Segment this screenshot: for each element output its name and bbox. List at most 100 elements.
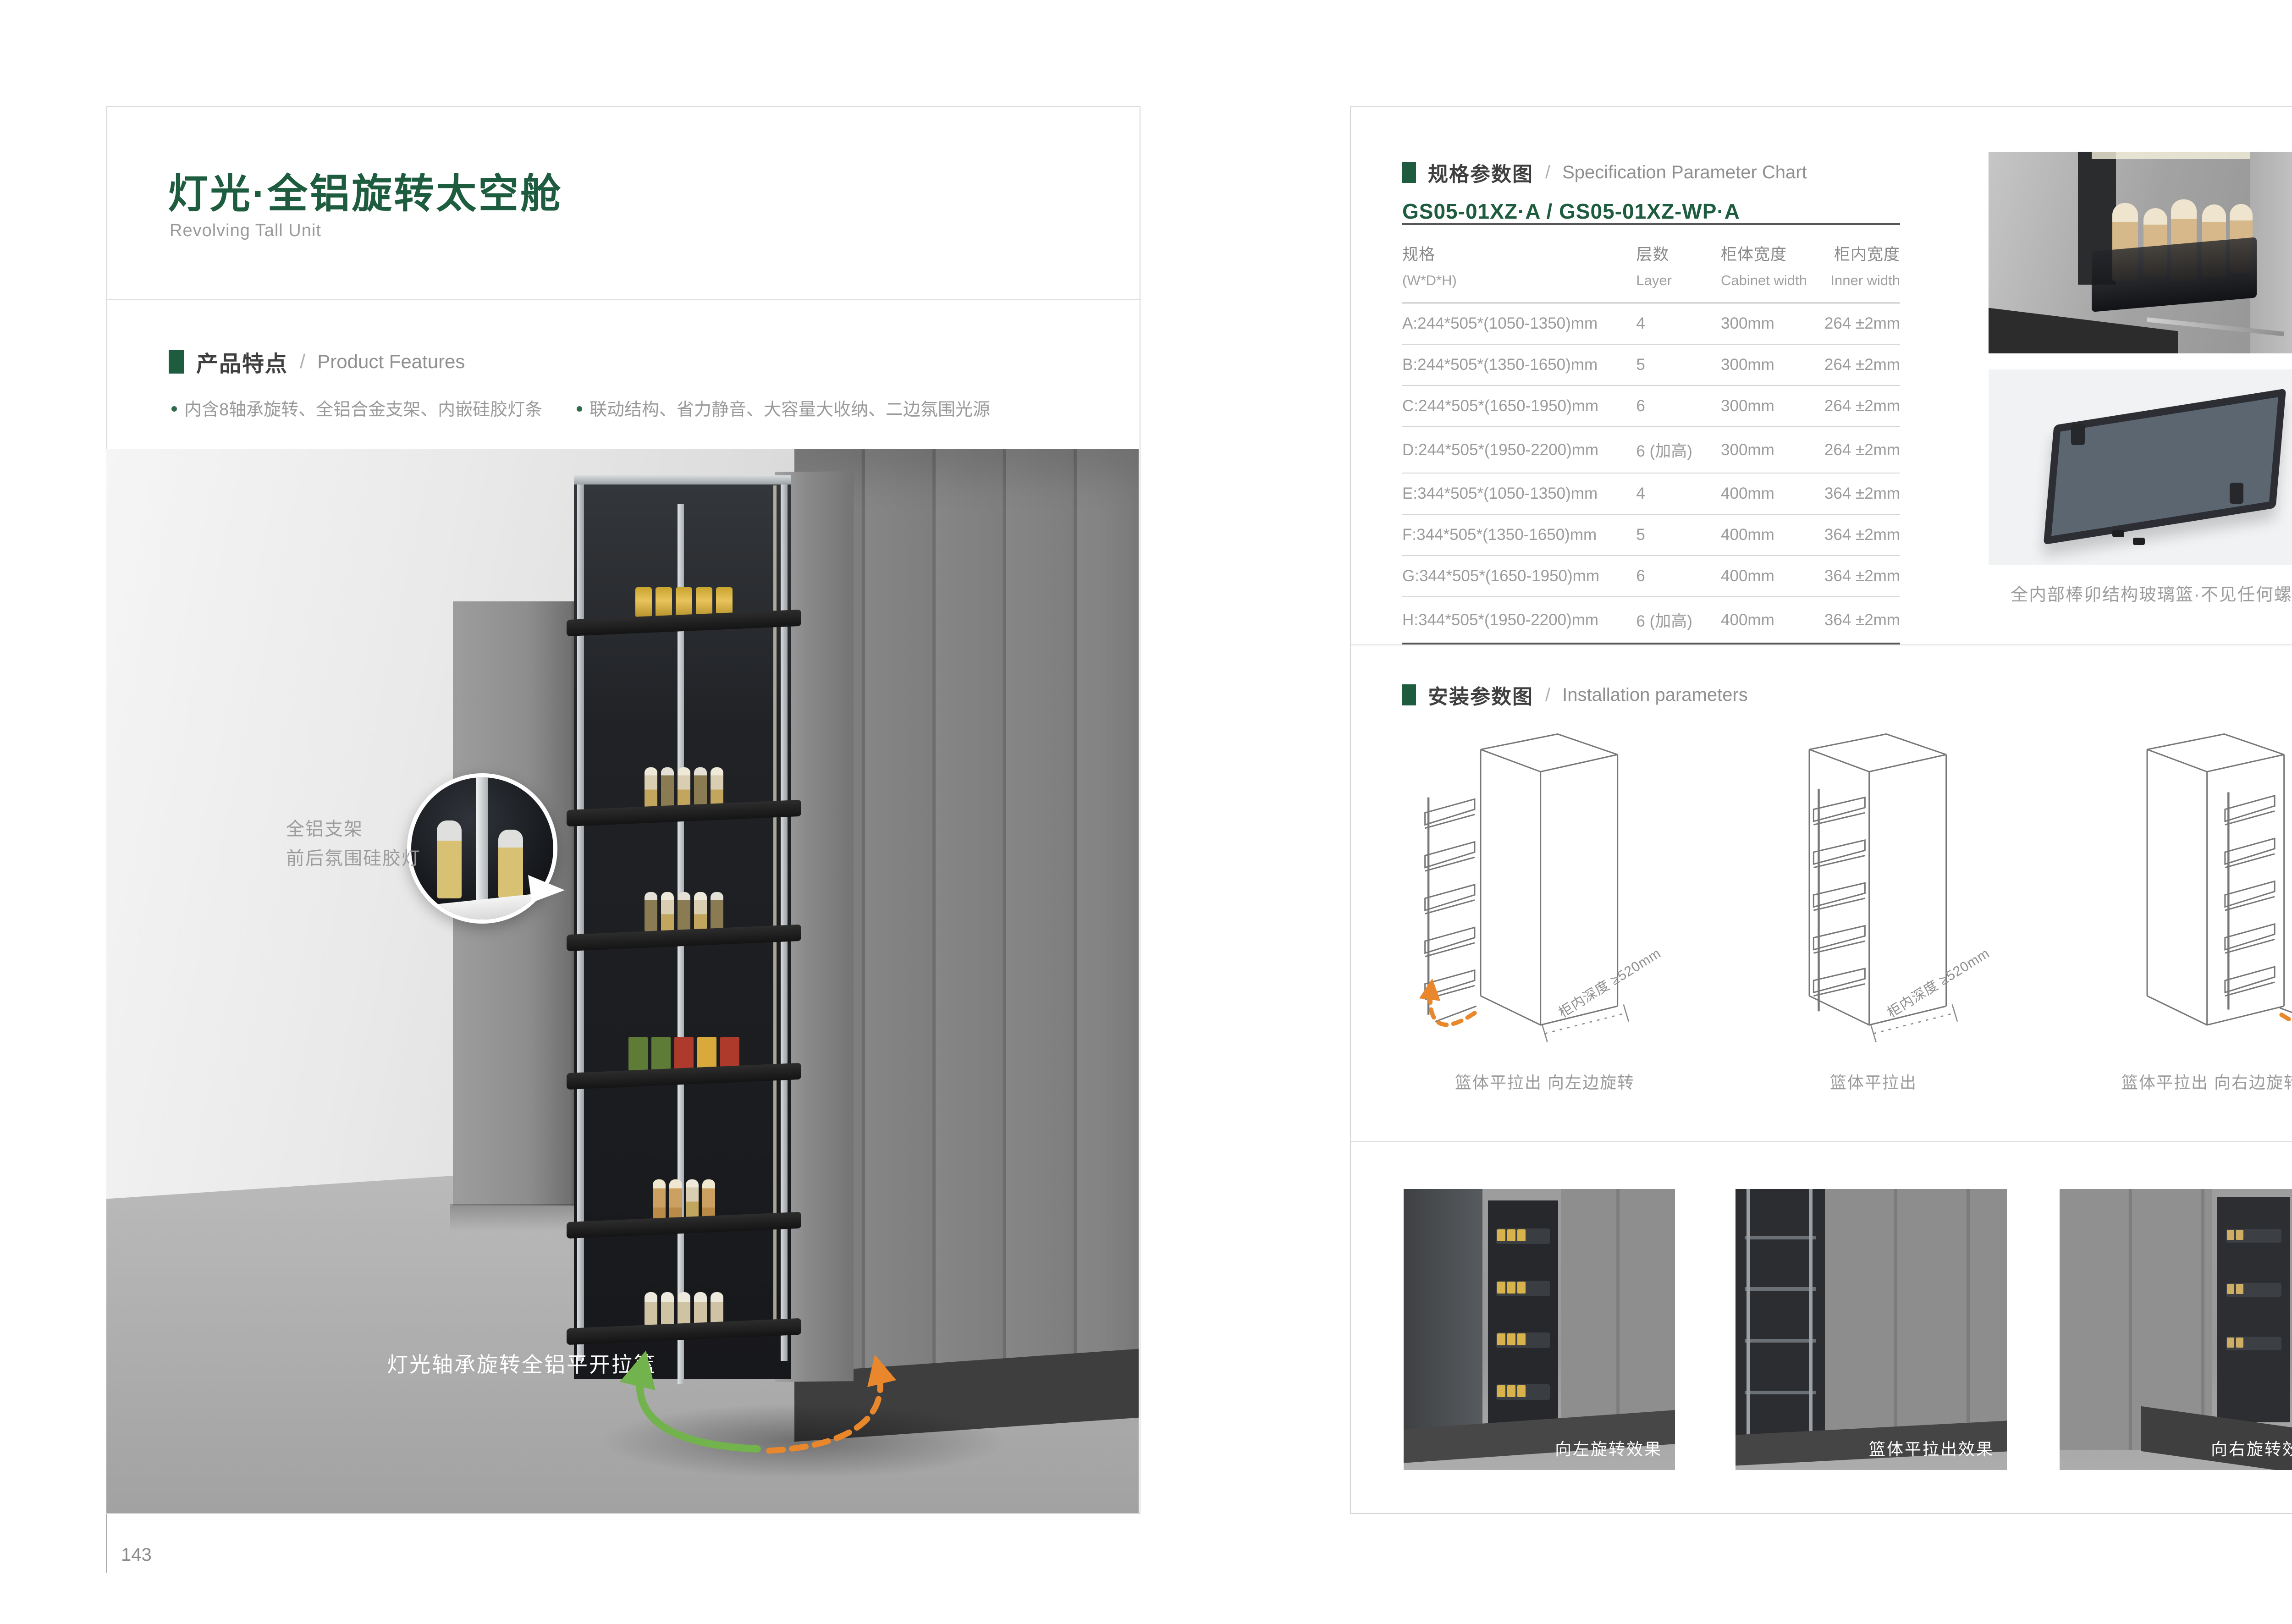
cabinet-doors [1561, 1189, 1675, 1442]
cell-layer: 6 (加高) [1636, 597, 1721, 644]
install-heading: 安装参数图 / Installation parameters [1402, 680, 1748, 710]
spec-heading-en: Specification Parameter Chart [1562, 162, 1807, 183]
effect-caption: 篮体平拉出效果 [1869, 1436, 1994, 1460]
model-number: GS05-01XZ·A / GS05-01XZ-WP·A [1402, 199, 1740, 224]
spec-photo-basket-in-cabinet [1989, 152, 2292, 353]
top-frame-bar [574, 475, 791, 484]
item [1517, 1229, 1526, 1241]
cell-inner-width: 364 ±2mm [1815, 597, 1900, 644]
cabinet-line-drawing [2083, 724, 2292, 1058]
cell-cabinet-width: 400mm [1721, 556, 1815, 597]
basket-row [1496, 1384, 1550, 1400]
cell-cabinet-width: 400mm [1721, 597, 1815, 644]
can-shape [676, 587, 692, 617]
bottle-shape [702, 1179, 715, 1220]
green-square-icon [1402, 162, 1416, 183]
cell-cabinet-width: 300mm [1721, 303, 1815, 344]
item [1507, 1333, 1515, 1345]
cell-cabinet-width: 300mm [1721, 344, 1815, 385]
cell-inner-width: 264 ±2mm [1815, 427, 1900, 473]
cell-spec: C:244*505*(1650-1950)mm [1402, 385, 1636, 427]
header-en: Layer [1636, 272, 1721, 289]
basket-level-4 [567, 1016, 801, 1085]
basket-items [579, 1169, 788, 1220]
basket-row [1496, 1332, 1550, 1348]
basket-edge [1745, 1339, 1816, 1343]
bottle-shape [694, 892, 707, 932]
carton-shape [628, 1037, 648, 1071]
led-strip [2092, 152, 2250, 159]
bottle-shape [437, 820, 462, 898]
install-diagram-pull-out: 柜内深度 ≥520mm 篮体平拉出 [1745, 724, 2002, 1095]
bottle-shape [678, 892, 690, 932]
cell-inner-width: 264 ±2mm [1815, 303, 1900, 344]
cabinet-line-drawing [1416, 724, 1673, 1058]
mount-clip [2071, 424, 2085, 445]
green-square-icon [169, 350, 184, 374]
cell-layer: 6 [1636, 556, 1721, 597]
item [2227, 1230, 2234, 1240]
page-margin-tick [106, 1514, 107, 1573]
carton-shape [674, 1037, 694, 1071]
item [2227, 1338, 2234, 1348]
spec-photo-glass-basket [1989, 369, 2292, 565]
basket-level-6 [567, 1271, 801, 1340]
header-cn: 层数 [1636, 242, 1721, 265]
heading-separator: / [1545, 685, 1550, 705]
cell-spec: D:244*505*(1950-2200)mm [1402, 427, 1636, 473]
feature-bullet-text: 内含8轴承旋转、全铝合金支架、内嵌硅胶灯条 [184, 400, 542, 419]
header-en: (W*D*H) [1402, 272, 1636, 289]
effect-caption: 向右旋转效果 [2211, 1436, 2292, 1460]
bottle-shape [711, 1292, 723, 1326]
col-header-inner-width: 柜内宽度Inner width [1815, 224, 1900, 303]
diagram-caption: 篮体平拉出 [1745, 1069, 2002, 1093]
features-heading-cn: 产品特点 [196, 346, 288, 378]
basket-edge [1745, 1236, 1816, 1239]
basket-items [579, 567, 788, 617]
bottle-shape [661, 767, 674, 808]
item [1517, 1282, 1526, 1294]
basket-level-2 [567, 753, 801, 821]
spec-heading-cn: 规格参数图 [1428, 158, 1533, 187]
item [1517, 1333, 1526, 1345]
cell-layer: 6 [1636, 385, 1721, 427]
carton-shape [697, 1037, 716, 1071]
cell-spec: A:244*505*(1050-1350)mm [1402, 303, 1636, 344]
basket-items [579, 1020, 788, 1071]
table-row: D:244*505*(1950-2200)mm6 (加高)300mm264 ±2… [1402, 427, 1900, 473]
bottle-shape [678, 767, 690, 808]
basket-items [579, 1276, 788, 1326]
bottle-shape [711, 892, 723, 932]
table-row: H:344*505*(1950-2200)mm6 (加高)400mm364 ±2… [1402, 597, 1900, 644]
cell-layer: 6 (加高) [1636, 427, 1721, 473]
cabinet-doors [2060, 1189, 2212, 1450]
header-en: Inner width [1815, 272, 1900, 289]
page-title: 灯光·全铝旋转太空舱 [168, 161, 562, 220]
heading-separator: / [300, 350, 305, 373]
aluminum-rail [1747, 1189, 1750, 1448]
diagram-caption: 篮体平拉出 向右边旋转 [2083, 1069, 2292, 1093]
green-rotate-arrow [640, 1368, 757, 1449]
bottle-shape [645, 1292, 657, 1326]
table-row: B:244*505*(1350-1650)mm5300mm264 ±2mm [1402, 344, 1900, 385]
orange-rotate-left-arrow [1430, 989, 1475, 1025]
catalog-spread: 灯光·全铝旋转太空舱 Revolving Tall Unit 产品特点 / Pr… [0, 0, 2292, 1624]
effect-photo-pull-out: 篮体平拉出效果 [1736, 1189, 2007, 1470]
header-cn: 规格 [1402, 242, 1636, 265]
cell-inner-width: 264 ±2mm [1815, 344, 1900, 385]
pullout-unit [1488, 1200, 1559, 1437]
table-row: C:244*505*(1650-1950)mm6300mm264 ±2mm [1402, 385, 1900, 427]
item [1507, 1229, 1515, 1241]
effect-caption: 向左旋转效果 [1555, 1436, 1662, 1460]
bottle-shape [694, 767, 707, 808]
col-header-cabinet-width: 柜体宽度Cabinet width [1721, 224, 1815, 303]
basket-row [2226, 1283, 2281, 1297]
spec-table-header-row: 规格 (W*D*H) 层数 Layer 柜体宽度Cabinet width 柜内宽度… [1402, 224, 1900, 303]
cell-spec: G:344*505*(1650-1950)mm [1402, 556, 1636, 597]
page-number-left: 143 [121, 1545, 152, 1565]
cell-spec: E:344*505*(1050-1350)mm [1402, 473, 1636, 514]
cell-layer: 5 [1636, 344, 1721, 385]
bottle-shape [645, 767, 657, 808]
cabinet-line-drawing [1745, 724, 2002, 1058]
green-square-icon [1402, 684, 1416, 705]
